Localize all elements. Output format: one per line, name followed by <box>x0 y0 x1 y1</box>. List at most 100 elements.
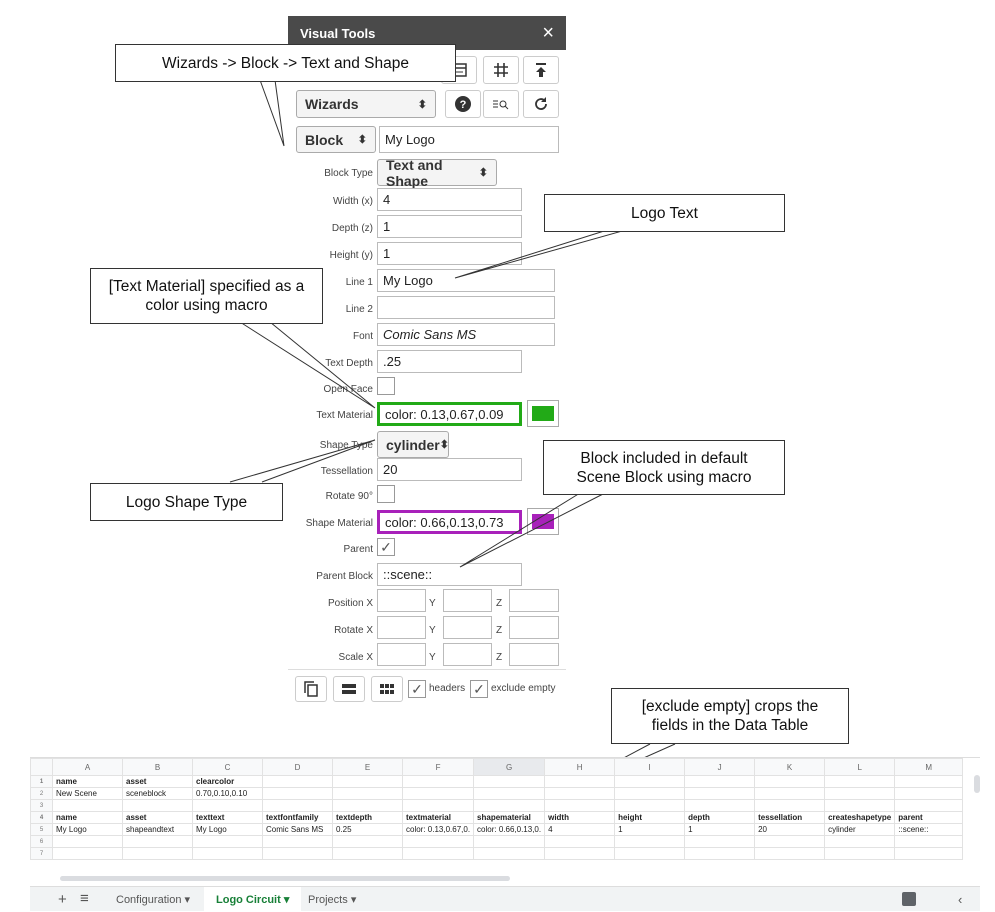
cell[interactable] <box>824 799 896 812</box>
cell[interactable]: clearcolor <box>192 775 263 788</box>
row-number[interactable]: 2 <box>30 787 53 800</box>
cell[interactable] <box>894 775 964 788</box>
row-number[interactable]: 3 <box>30 799 53 812</box>
cell[interactable] <box>473 775 546 788</box>
row-number[interactable]: 7 <box>30 847 53 860</box>
cell[interactable]: textfontfamily <box>262 811 333 824</box>
cell[interactable]: height <box>614 811 686 824</box>
cell[interactable] <box>262 787 333 800</box>
cell[interactable] <box>614 775 686 788</box>
cell[interactable] <box>262 835 333 848</box>
row-number[interactable]: 5 <box>30 823 53 836</box>
cell[interactable] <box>684 847 756 860</box>
cell[interactable]: texttext <box>192 811 263 824</box>
column-header[interactable]: E <box>332 758 403 776</box>
add-sheet-icon[interactable]: + <box>58 891 67 908</box>
cell[interactable] <box>684 787 756 800</box>
column-header[interactable]: D <box>262 758 333 776</box>
cell[interactable] <box>684 835 756 848</box>
cell[interactable]: 20 <box>754 823 826 836</box>
cell[interactable]: 0.70,0.10,0.10 <box>192 787 263 800</box>
cell[interactable] <box>401 847 475 860</box>
cell[interactable] <box>754 799 826 812</box>
cell[interactable] <box>754 835 826 848</box>
cell[interactable]: My Logo <box>192 823 263 836</box>
cell[interactable] <box>332 775 403 788</box>
cell[interactable] <box>684 775 756 788</box>
column-header[interactable]: K <box>754 758 826 776</box>
sheet-tab-projects[interactable]: Projects ▾ <box>308 893 356 906</box>
corner-cell[interactable] <box>30 758 53 776</box>
column-header[interactable]: J <box>684 758 756 776</box>
cell[interactable] <box>544 787 616 800</box>
cell[interactable] <box>894 835 964 848</box>
cell[interactable] <box>332 835 403 848</box>
cell[interactable] <box>824 835 896 848</box>
sheet-tab-logo-circuit[interactable]: Logo Circuit ▾ <box>204 887 302 912</box>
cell[interactable] <box>754 787 826 800</box>
cell[interactable] <box>122 835 193 848</box>
row-number[interactable]: 1 <box>30 775 53 788</box>
cell[interactable] <box>614 847 686 860</box>
cell[interactable]: depth <box>684 811 756 824</box>
all-sheets-icon[interactable]: ≡ <box>80 890 89 907</box>
cell[interactable] <box>824 787 896 800</box>
cell[interactable]: asset <box>122 811 193 824</box>
cell[interactable] <box>754 775 826 788</box>
cell[interactable] <box>52 799 123 812</box>
cell[interactable] <box>332 799 403 812</box>
column-header[interactable]: A <box>52 758 123 776</box>
cell[interactable] <box>614 787 686 800</box>
cell[interactable]: sceneblock <box>122 787 193 800</box>
column-header[interactable]: C <box>192 758 263 776</box>
cell[interactable]: cylinder <box>824 823 896 836</box>
cell[interactable]: name <box>52 811 123 824</box>
cell[interactable] <box>332 787 403 800</box>
cell[interactable] <box>544 847 616 860</box>
cell[interactable]: 1 <box>684 823 756 836</box>
column-header[interactable]: M <box>894 758 964 776</box>
cell[interactable] <box>52 847 123 860</box>
cell[interactable] <box>262 775 333 788</box>
cell[interactable] <box>192 835 263 848</box>
cell[interactable] <box>332 847 403 860</box>
cell[interactable] <box>122 799 193 812</box>
cell[interactable] <box>473 835 546 848</box>
cell[interactable]: createshapetype <box>824 811 896 824</box>
column-header[interactable]: I <box>614 758 686 776</box>
cell[interactable] <box>894 799 964 812</box>
cell[interactable]: My Logo <box>52 823 123 836</box>
collapse-chevron-icon[interactable]: ‹ <box>958 892 962 907</box>
cell[interactable]: Comic Sans MS <box>262 823 333 836</box>
cell[interactable]: 4 <box>544 823 616 836</box>
cell[interactable]: color: 0.13,0.67,0. <box>401 823 475 836</box>
column-header[interactable]: H <box>544 758 616 776</box>
cell[interactable] <box>544 775 616 788</box>
cell[interactable] <box>894 847 964 860</box>
vertical-scrollbar[interactable] <box>974 775 980 793</box>
cell[interactable] <box>401 775 475 788</box>
row-number[interactable]: 4 <box>30 811 53 824</box>
cell[interactable] <box>824 847 896 860</box>
cell[interactable] <box>401 787 475 800</box>
cell[interactable]: ::scene:: <box>894 823 964 836</box>
cell[interactable]: 0.25 <box>332 823 403 836</box>
cell[interactable] <box>824 775 896 788</box>
cell[interactable] <box>192 847 263 860</box>
cell[interactable]: parent <box>894 811 964 824</box>
cell[interactable] <box>614 835 686 848</box>
cell[interactable]: shapematerial <box>473 811 546 824</box>
cell[interactable]: asset <box>122 775 193 788</box>
cell[interactable] <box>262 847 333 860</box>
cell[interactable] <box>52 835 123 848</box>
cell[interactable]: textdepth <box>332 811 403 824</box>
cell[interactable]: 1 <box>614 823 686 836</box>
cell[interactable] <box>262 799 333 812</box>
cell[interactable]: width <box>544 811 616 824</box>
cell[interactable] <box>473 787 546 800</box>
column-header[interactable]: F <box>401 758 475 776</box>
cell[interactable] <box>544 835 616 848</box>
cell[interactable] <box>401 835 475 848</box>
sheet-tab-configuration[interactable]: Configuration ▾ <box>116 893 190 906</box>
cell[interactable] <box>192 799 263 812</box>
